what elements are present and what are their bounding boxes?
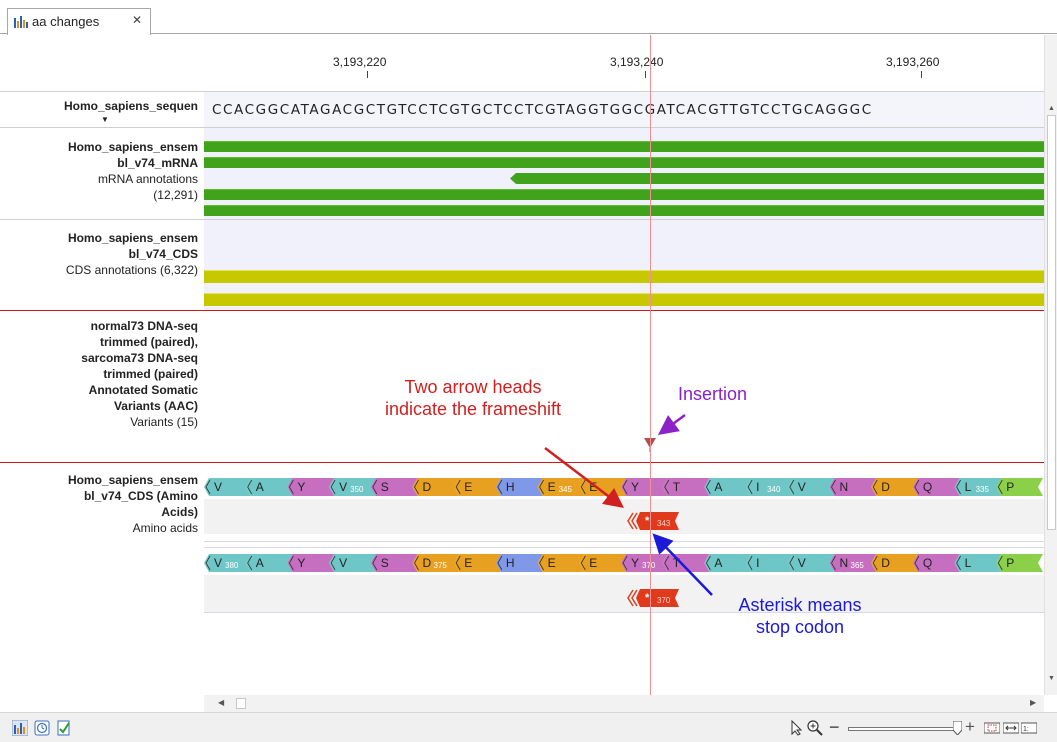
scrollbar-thumb[interactable] — [236, 698, 246, 709]
zoom-slider[interactable] — [848, 727, 958, 731]
scroll-up-arrow[interactable]: ▲ — [1048, 105, 1055, 112]
zoom-out-icon[interactable]: − — [829, 717, 840, 738]
insertion-arrow — [657, 413, 686, 435]
fit-width-icon[interactable] — [1003, 720, 1019, 736]
scrollbar-thumb[interactable] — [1047, 115, 1056, 530]
app-window: aa changes ✕ 3,193,220 3,193,240 3,193,2… — [0, 0, 1057, 742]
annotation-arrows — [544, 413, 713, 596]
track-view-icon[interactable] — [12, 720, 28, 736]
zoom-slider-handle[interactable] — [953, 721, 962, 735]
scroll-left-arrow[interactable]: ◀ — [218, 698, 224, 707]
edit-document-icon[interactable] — [56, 720, 72, 736]
zoom-base-level-icon[interactable]: 1: — [1021, 720, 1037, 736]
scroll-down-arrow[interactable]: ▼ — [1048, 675, 1055, 682]
tab-aa-changes[interactable]: aa changes ✕ — [7, 8, 151, 35]
scroll-right-arrow[interactable]: ▶ — [1030, 698, 1036, 707]
history-icon[interactable] — [34, 720, 50, 736]
zoom-in-icon[interactable] — [807, 720, 823, 736]
tab-bar: aa changes ✕ — [0, 0, 1057, 35]
selection-mode-icon[interactable] — [789, 720, 805, 736]
stop-codon-arrow — [652, 533, 713, 596]
track-list-icon — [14, 16, 28, 28]
tab-title: aa changes — [32, 14, 100, 29]
track-view[interactable]: 3,193,220 3,193,240 3,193,260 Homo_sapie… — [0, 35, 1057, 695]
vertical-scrollbar[interactable]: ▲ ▼ — [1044, 35, 1057, 695]
bottom-toolbar: − + 1: — [0, 712, 1057, 742]
horizontal-scrollbar[interactable]: ◀ ▶ — [204, 695, 1044, 712]
svg-text:1:: 1: — [1023, 726, 1029, 733]
zoom-in-plus-icon[interactable]: + — [965, 717, 975, 737]
close-icon[interactable]: ✕ — [132, 13, 142, 27]
zoom-to-selection-icon[interactable] — [984, 720, 1000, 736]
frameshift-arrow — [544, 447, 624, 509]
